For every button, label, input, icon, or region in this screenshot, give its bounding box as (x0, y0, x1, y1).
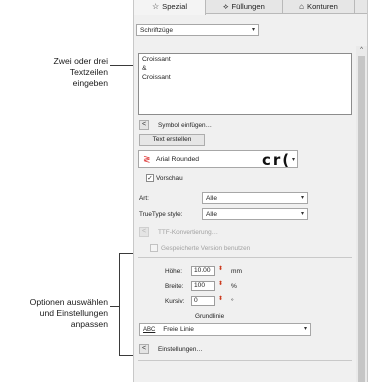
callout-line: Zwei oder drei (53, 56, 108, 66)
style-select-value: Schriftzüge (140, 27, 173, 34)
chevron-down-icon: ▾ (291, 157, 295, 163)
settings-label[interactable]: Einstellungen… (158, 346, 203, 353)
scrollbar-thumb[interactable] (358, 56, 365, 382)
width-input[interactable]: 100 (191, 281, 215, 291)
truetype-value: Alle (206, 211, 217, 218)
tab-konturen[interactable]: ⌂ Konturen (283, 0, 355, 14)
bracket-top (119, 253, 133, 254)
height-input[interactable]: 10.00 (191, 266, 215, 276)
italic-spinner-icon[interactable]: ⬍ (217, 296, 224, 307)
vertical-scrollbar[interactable]: ^ (356, 46, 367, 382)
font-icon: ≷ (143, 154, 151, 164)
callout-line: anpassen (70, 319, 108, 329)
baseline-value: Freie Linie (163, 326, 194, 333)
type-select[interactable]: Alle ▾ (202, 192, 308, 204)
text-line: Croissant (142, 74, 171, 81)
height-spinner-icon[interactable]: ⬍ (217, 266, 224, 277)
height-label: Höhe: (165, 268, 183, 275)
star-icon: ☆ (151, 2, 160, 11)
outline-icon: ⌂ (299, 2, 304, 11)
tab-spezial[interactable]: ☆ Spezial (134, 0, 206, 15)
type-label: Art: (139, 195, 149, 202)
height-unit: mm (231, 268, 242, 275)
ttf-conversion-label: TTF-Konvertierung… (158, 229, 219, 236)
truetype-label: TrueType style: (139, 211, 183, 218)
divider (138, 360, 352, 361)
tab-fuellungen[interactable]: ⟡ Füllungen (206, 0, 283, 14)
chevron-down-icon: ▾ (300, 211, 304, 217)
tab-label: Füllungen (231, 2, 265, 11)
bracket-bottom (119, 355, 133, 356)
chevron-down-icon: ▾ (251, 27, 255, 33)
callout-line: Textzeilen (69, 67, 108, 77)
ttf-conversion-toggle[interactable]: < (139, 227, 149, 237)
width-unit: % (231, 283, 237, 290)
baseline-title: Grundlinie (195, 313, 225, 320)
create-text-button[interactable]: Text erstellen (139, 134, 205, 146)
font-name: Arial Rounded (156, 156, 200, 163)
symbol-insert-toggle[interactable]: < (139, 120, 149, 130)
width-spinner-icon[interactable]: ⬍ (217, 281, 224, 292)
callout-enter-lines: Zwei oder drei Textzeilen eingeben (0, 56, 108, 89)
baseline-select[interactable]: ABC Freie Linie ▾ (139, 323, 311, 336)
baseline-icon: ABC (143, 327, 156, 333)
tab-label: Spezial (162, 2, 188, 11)
italic-label: Kursiv: (165, 298, 185, 305)
saved-version-label: Gespeicherte Version benutzen (161, 245, 251, 252)
tab-label: Konturen (307, 2, 338, 11)
callout-line: Optionen auswählen (29, 297, 108, 307)
text-line: Croissant (142, 56, 171, 63)
type-value: Alle (206, 195, 217, 202)
italic-input[interactable]: 0 (191, 296, 215, 306)
italic-unit: ° (231, 298, 234, 305)
properties-panel: ☆ Spezial ⟡ Füllungen ⌂ Konturen ^ Schriftz… (133, 0, 368, 382)
bracket-pointer (110, 306, 120, 307)
font-preview: cr( (262, 151, 292, 169)
chevron-down-icon: ▾ (303, 326, 307, 332)
fill-icon: ⟡ (223, 2, 229, 11)
callout-line: und Einstellungen (39, 308, 108, 318)
callout-line: eingeben (72, 78, 108, 88)
callout-options: Optionen auswählen und Einstellungen anp… (0, 297, 108, 330)
preview-checkbox[interactable]: ✓ (146, 174, 154, 182)
truetype-select[interactable]: Alle ▾ (202, 208, 308, 220)
style-select[interactable]: Schriftzüge ▾ (136, 24, 259, 36)
font-select[interactable]: ≷ Arial Rounded cr( ▾ (138, 150, 298, 169)
divider (138, 257, 352, 258)
bracket-vertical (119, 253, 120, 355)
chevron-down-icon: ▾ (300, 195, 304, 201)
preview-label: Vorschau (156, 175, 183, 182)
settings-toggle[interactable]: < (139, 344, 149, 354)
tab-bar: ☆ Spezial ⟡ Füllungen ⌂ Konturen (134, 0, 367, 15)
width-label: Breite: (165, 283, 184, 290)
symbol-insert-label[interactable]: Symbol einfügen… (158, 122, 212, 129)
text-input-area[interactable]: Croissant & Croissant (138, 53, 352, 115)
scroll-up-icon[interactable]: ^ (356, 46, 367, 55)
text-line: & (142, 65, 147, 72)
saved-version-checkbox[interactable] (150, 244, 158, 252)
